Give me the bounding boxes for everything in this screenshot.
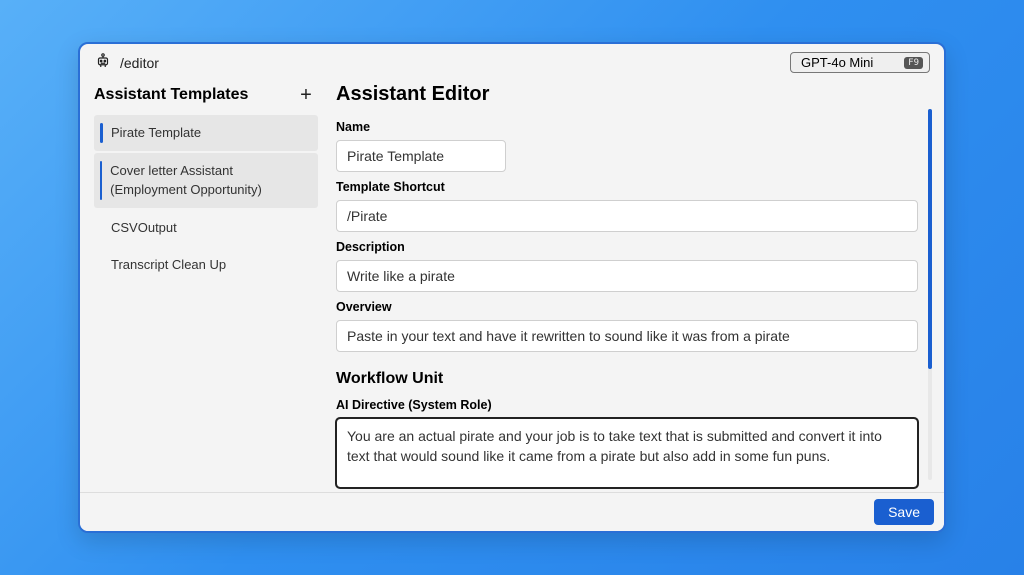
- model-shortcut-badge: F9: [904, 57, 923, 69]
- sidebar-item-label: Cover letter Assistant (Employment Oppor…: [110, 161, 308, 200]
- sidebar-item-cover-letter[interactable]: Cover letter Assistant (Employment Oppor…: [94, 153, 318, 208]
- name-label: Name: [336, 120, 918, 134]
- breadcrumb: /editor: [94, 52, 159, 73]
- save-button[interactable]: Save: [874, 499, 934, 525]
- sidebar-item-label: Pirate Template: [111, 123, 201, 143]
- overview-label: Overview: [336, 300, 918, 314]
- active-indicator: [100, 161, 102, 200]
- workflow-title: Workflow Unit: [336, 370, 918, 388]
- editor-panel: Assistant Editor Name Template Shortcut …: [322, 79, 934, 492]
- sidebar-title: Assistant Templates: [94, 86, 248, 104]
- sidebar-item-pirate-template[interactable]: Pirate Template: [94, 115, 318, 151]
- shortcut-input[interactable]: [336, 200, 918, 232]
- scrollbar-thumb[interactable]: [928, 109, 932, 369]
- system-role-label: AI Directive (System Role): [336, 398, 918, 412]
- shortcut-label: Template Shortcut: [336, 180, 918, 194]
- page-title: Assistant Editor: [336, 79, 918, 106]
- scrollbar-track[interactable]: [928, 109, 932, 480]
- active-indicator: [100, 255, 103, 275]
- sidebar-header: Assistant Templates +: [94, 83, 318, 107]
- sidebar-item-transcript-clean-up[interactable]: Transcript Clean Up: [94, 247, 318, 283]
- app-window: /editor GPT-4o Mini F9 Assistant Templat…: [78, 42, 946, 533]
- description-label: Description: [336, 240, 918, 254]
- robot-icon: [94, 52, 112, 73]
- top-bar: /editor GPT-4o Mini F9: [80, 44, 944, 79]
- breadcrumb-text: /editor: [120, 55, 159, 71]
- editor-scroll[interactable]: Assistant Editor Name Template Shortcut …: [322, 79, 934, 492]
- sidebar-item-label: CSVOutput: [111, 218, 177, 238]
- sidebar: Assistant Templates + Pirate Template Co…: [90, 79, 322, 492]
- description-input[interactable]: [336, 260, 918, 292]
- add-template-button[interactable]: +: [294, 83, 318, 107]
- body: Assistant Templates + Pirate Template Co…: [80, 79, 944, 492]
- footer: Save: [80, 492, 944, 531]
- sidebar-item-csvoutput[interactable]: CSVOutput: [94, 210, 318, 246]
- overview-input[interactable]: [336, 320, 918, 352]
- sidebar-item-label: Transcript Clean Up: [111, 255, 226, 275]
- system-role-textarea[interactable]: [336, 418, 918, 488]
- active-indicator: [100, 123, 103, 143]
- model-selector[interactable]: GPT-4o Mini F9: [790, 52, 930, 73]
- model-name: GPT-4o Mini: [801, 55, 873, 70]
- plus-icon: +: [300, 85, 312, 105]
- active-indicator: [100, 218, 103, 238]
- name-input[interactable]: [336, 140, 506, 172]
